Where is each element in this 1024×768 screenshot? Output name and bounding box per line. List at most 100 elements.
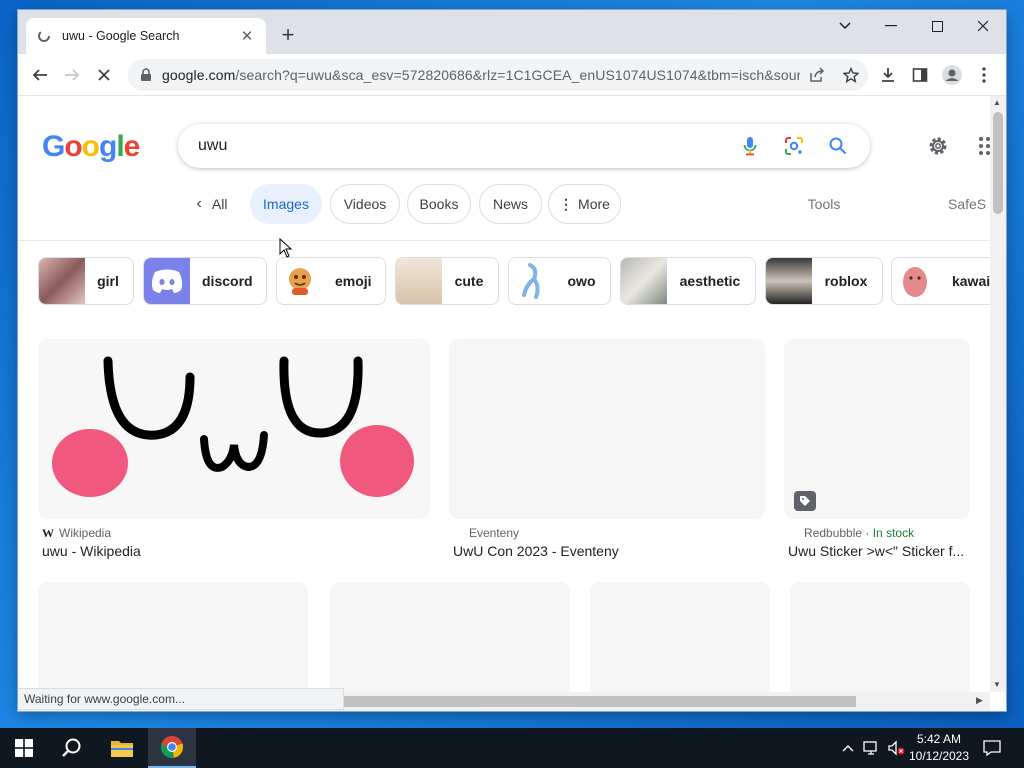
browser-menu-icon[interactable] [972,63,996,87]
lock-icon[interactable] [140,68,154,82]
tab-close-icon[interactable]: ✕ [238,27,256,45]
logo-letter: l [116,130,124,163]
chip-thumbnail [396,258,442,304]
vertical-scroll-thumb[interactable] [993,112,1003,214]
logo-letter: g [99,130,117,163]
chip-roblox[interactable]: roblox [765,257,883,305]
filter-images[interactable]: Images [250,184,322,224]
chip-label: aesthetic [679,273,741,289]
new-tab-button[interactable]: + [276,24,300,48]
browser-tab[interactable]: uwu - Google Search ✕ [26,18,266,54]
maximize-button[interactable] [914,10,960,42]
result-source[interactable]: Eventeny [469,526,519,540]
minimize-button[interactable] [868,10,914,42]
filter-more-label: More [578,196,610,212]
result-image-placeholder[interactable] [784,339,970,519]
forward-arrow-icon[interactable] [60,63,84,87]
back-arrow-icon[interactable] [28,63,52,87]
taskbar-search-button[interactable] [48,728,96,768]
chip-thumbnail [892,258,938,304]
side-panel-icon[interactable] [908,63,932,87]
scroll-right-arrow-icon[interactable]: ▶ [976,695,983,706]
safesearch-button[interactable]: SafeS [948,184,990,224]
image-result-card[interactable]: Eventeny UwU Con 2023 - Eventeny [449,339,765,561]
google-lens-icon[interactable] [782,134,806,158]
share-icon[interactable] [807,65,827,85]
clock-date: 10/12/2023 [908,749,970,763]
stop-loading-icon[interactable] [92,63,116,87]
tab-search-chevron-icon[interactable] [822,10,868,42]
search-icon[interactable] [826,134,850,158]
url-text: google.com/search?q=uwu&sca_esv=57282068… [162,67,800,83]
logo-letter: e [123,130,141,163]
related-search-chips: girl discord emoji cute owo aesthetic ro… [38,257,990,305]
logo-letter: o [64,130,82,163]
folder-icon [111,741,133,757]
filter-more[interactable]: ⋮ More [548,184,621,224]
result-title[interactable]: UwU Con 2023 - Eventeny [453,543,763,559]
search-box[interactable]: uwu [178,124,870,168]
result-title[interactable]: Uwu Sticker >w<" Sticker f... [788,543,968,559]
system-clock[interactable]: 5:42 AM 10/12/2023 [900,731,978,765]
chip-kawaii[interactable]: kawaii [891,257,990,305]
chip-thumbnail [766,258,812,304]
product-tag-icon [794,491,816,511]
filter-images-label: Images [263,196,309,212]
chip-emoji[interactable]: emoji [276,257,386,305]
google-apps-icon[interactable] [978,136,990,156]
scroll-up-arrow-icon[interactable]: ▲ [993,98,1001,107]
tab-title: uwu - Google Search [62,29,180,43]
notification-center-icon[interactable] [982,738,1002,758]
result-title[interactable]: uwu - Wikipedia [42,543,422,559]
safesearch-label: SafeS [948,196,987,212]
chip-label: cute [454,273,484,289]
filter-books[interactable]: Books [407,184,471,224]
tools-button[interactable]: Tools [798,184,850,224]
logo-letter: G [42,130,65,163]
filter-all-label: All [211,196,228,212]
address-bar[interactable]: google.com/search?q=uwu&sca_esv=57282068… [128,59,868,91]
close-window-button[interactable] [960,10,1006,42]
chip-girl[interactable]: girl [38,257,134,305]
chip-discord[interactable]: discord [143,257,267,305]
vertical-scrollbar[interactable]: ▲ ▼ [990,96,1006,692]
mouse-cursor-icon [279,237,293,263]
filter-news[interactable]: News [479,184,542,224]
result-source[interactable]: Redbubble · In stock [804,526,914,540]
start-button[interactable] [0,728,48,768]
search-filter-bar: ‹ All Images Videos Books News ⋮ More Tool… [18,184,990,224]
show-hidden-icons-chevron-icon[interactable] [838,738,858,758]
filter-videos-label: Videos [343,196,387,212]
chip-owo[interactable]: owo [508,257,611,305]
settings-gear-icon[interactable] [926,134,950,158]
chrome-taskbar-button[interactable] [148,728,196,768]
wikipedia-favicon-icon: W [42,526,54,540]
browser-window: uwu - Google Search ✕ + google.com/searc… [18,10,1006,711]
filter-videos[interactable]: Videos [330,184,400,224]
bookmark-star-icon[interactable] [841,65,861,85]
download-icon[interactable] [876,63,900,87]
image-result-card[interactable]: W Wikipedia uwu - Wikipedia [38,339,430,561]
filter-all[interactable]: ‹ All [188,184,236,224]
image-result-card[interactable]: Redbubble · In stock Uwu Sticker >w<" St… [784,339,970,561]
scroll-down-arrow-icon[interactable]: ▼ [993,680,1001,689]
result-image-placeholder[interactable] [449,339,765,519]
result-source-label: Redbubble [804,526,863,540]
chip-cute[interactable]: cute [395,257,499,305]
url-path: /search?q=uwu&sca_esv=572820686&rlz=1C1G… [235,67,800,83]
network-icon[interactable] [862,738,882,758]
microphone-icon[interactable] [738,134,762,158]
search-input[interactable]: uwu [198,137,738,155]
horizontal-scroll-thumb[interactable] [344,696,856,707]
profile-avatar-icon[interactable] [940,63,964,87]
chip-label: girl [97,273,119,289]
search-results-page: Google uwu ‹ All Images Videos Books New… [18,96,990,711]
result-image-uwu-face[interactable] [38,339,430,519]
chip-label: kawaii [951,273,990,289]
chip-aesthetic[interactable]: aesthetic [620,257,756,305]
google-logo[interactable]: Google [42,130,141,164]
file-explorer-button[interactable] [98,728,146,768]
header-divider [18,240,990,241]
discord-logo-icon [144,258,190,304]
result-source[interactable]: W Wikipedia [42,526,111,541]
